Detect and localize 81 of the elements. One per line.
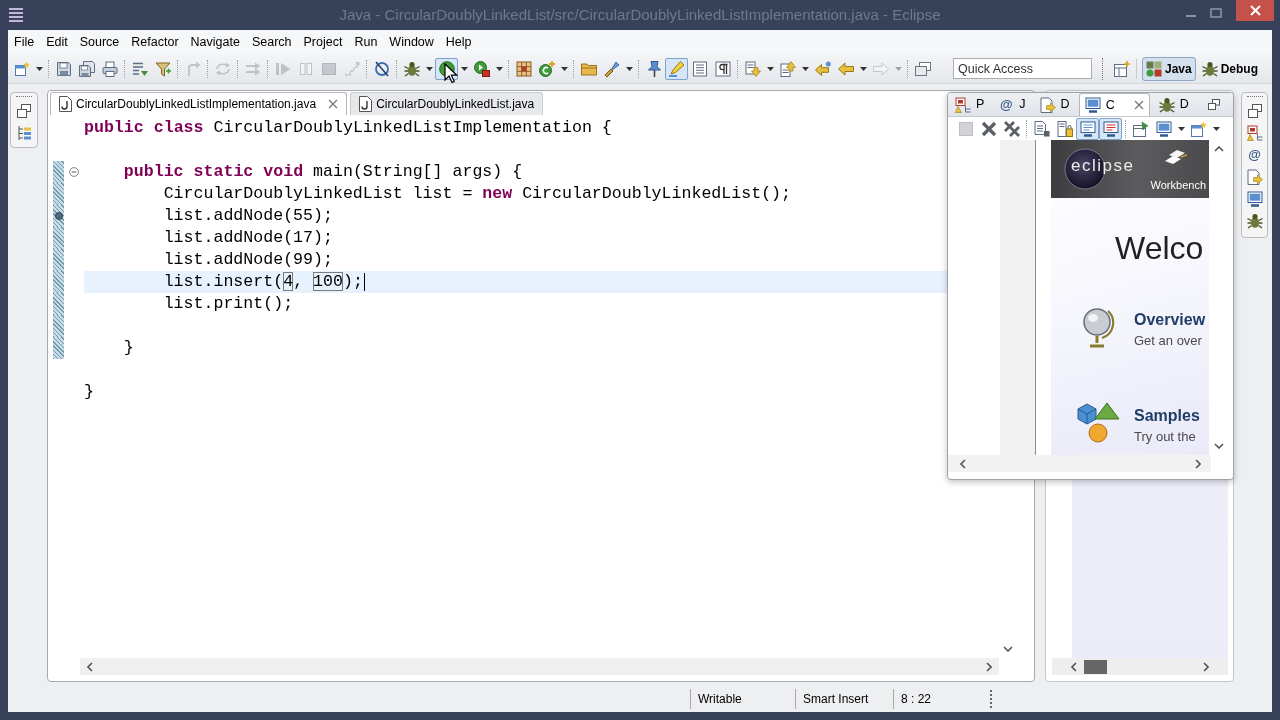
document-icon [58,96,72,112]
shapes-icon[interactable] [1076,401,1120,443]
welcome-heading: Welco [1114,232,1205,264]
chevron-up-icon[interactable] [1213,146,1224,152]
restore-window-icon[interactable] [1208,99,1220,110]
chevron-right-icon[interactable] [986,661,992,672]
status-field: Writable [698,690,742,708]
section-title[interactable]: Overview [1134,311,1206,329]
blocks-icon [1145,60,1162,77]
menu-item[interactable]: Project [297,32,349,52]
chevron-left-icon[interactable] [1071,661,1077,672]
window-menu-icon[interactable] [8,7,24,23]
monitor-icon[interactable] [1246,191,1263,207]
chevron-down-icon[interactable] [1002,646,1013,652]
document-arrow-icon[interactable] [1246,169,1263,185]
code-line: } [84,381,94,403]
maximize-icon[interactable] [1210,8,1222,18]
view-tab[interactable]: P [950,93,990,116]
menu-item[interactable]: Window [383,32,440,52]
view-tab[interactable]: @ J [993,93,1031,116]
view-tab[interactable]: D [1034,93,1075,116]
window-title: Java - CircularDoublyLinkedList/src/CircularDoublyLinkedListImplementation.java - Eclipse [339,4,941,25]
logo-text: eclipse [1071,156,1135,176]
bug-icon [1201,60,1218,77]
chevron-left-icon[interactable] [960,458,966,469]
menu-item[interactable]: File [8,32,41,52]
close-icon[interactable] [328,99,339,109]
quick-access-field[interactable]: Quick Access [952,58,1092,79]
menu-item[interactable]: Edit [40,32,74,52]
chevron-left-icon[interactable] [87,661,93,672]
editor-tab[interactable]: CircularDoublyLinkedListImplementation.java [50,92,348,115]
code-line: public static void main(String[] args) { [123,161,523,183]
code-line: CircularDoublyLinkedList list = new CircularDoublyLinkedList(); [163,183,791,205]
view-tab[interactable]: C [1078,93,1150,116]
monitor-icon [1084,97,1101,113]
chevron-down-icon[interactable] [1213,443,1224,449]
chevron-right-icon[interactable] [1195,458,1201,469]
status-field: Smart Insert [803,690,869,708]
menu-item[interactable]: Run [348,32,384,52]
section-description: Get an over [1134,333,1203,349]
perspective-button[interactable]: Java [1141,56,1196,81]
collapse-icon[interactable] [69,167,79,177]
menu-item[interactable]: Help [439,32,478,52]
close-icon[interactable] [1133,100,1144,110]
bug-icon [1158,96,1175,113]
tree-list-icon[interactable] [16,125,32,141]
code-line: list.print(); [163,293,294,315]
bug-icon[interactable] [1246,213,1263,229]
code-line: list.addNode(17); [163,227,333,249]
at-sign-icon: @ [998,96,1015,113]
code-line: } [123,337,134,359]
menu-item[interactable]: Source [73,32,126,52]
paper-sheets-icon [1165,149,1187,164]
editor-tab[interactable]: CircularDoublyLinkedList.java [350,92,544,115]
window-plus-icon [1113,60,1130,77]
document-icon [358,96,373,112]
at-sign-icon[interactable]: @ [1246,147,1263,163]
boxes-tree-icon[interactable] [1246,125,1263,141]
boxes-tree-icon [955,96,971,113]
close-button[interactable] [1236,0,1274,21]
restore-window-icon[interactable] [16,103,32,119]
chevron-right-icon[interactable] [1203,661,1209,672]
code-line: list.addNode(55); [163,205,333,227]
code-line: list.insert(4, 100); [163,271,363,293]
code-line: list.addNode(99); [163,249,333,271]
menu-item[interactable]: Search [245,32,298,52]
mouse-pointer-icon [444,63,458,84]
menu-item[interactable]: Navigate [184,32,246,52]
code-line: public class CircularDoublyLinkedListImplementation { [84,117,612,139]
section-description: Try out the [1134,429,1197,445]
document-arrow-icon [1039,96,1056,113]
scrollbar-thumb[interactable] [1084,659,1107,674]
restore-window-icon[interactable] [1246,103,1263,119]
perspective-button[interactable]: Debug [1197,56,1262,81]
close-icon [1249,5,1261,16]
view-tab[interactable]: D [1153,93,1194,116]
section-title[interactable]: Samples [1134,407,1200,425]
menu-item[interactable]: Refactor [125,32,185,52]
status-field: 8 : 22 [901,690,932,708]
logo-subtitle: Workbench [1150,179,1206,192]
globe-icon[interactable] [1081,305,1115,349]
